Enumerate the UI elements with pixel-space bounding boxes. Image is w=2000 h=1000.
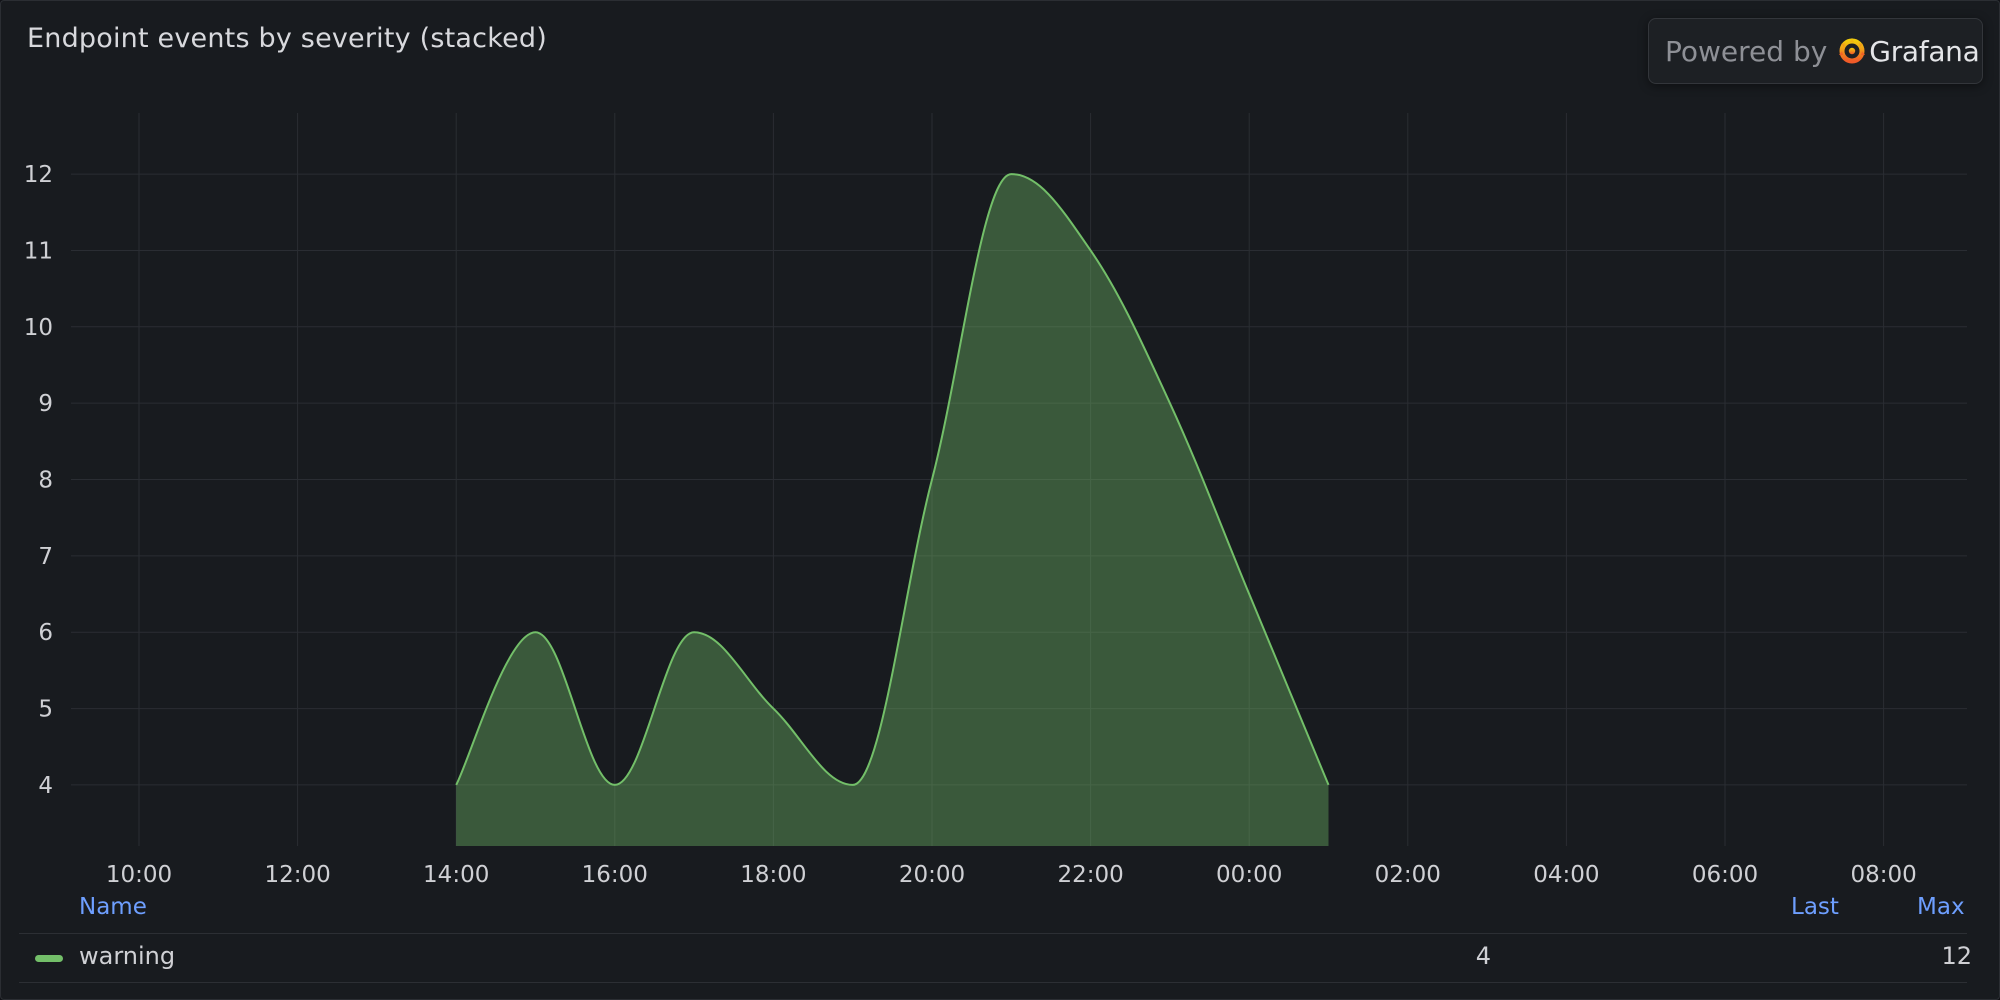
data-point[interactable]	[767, 703, 779, 715]
x-tick-label: 06:00	[1692, 862, 1758, 888]
y-tick-label: 11	[24, 238, 53, 264]
data-point[interactable]	[1005, 168, 1017, 180]
data-point[interactable]	[609, 779, 621, 791]
x-tick-label: 00:00	[1216, 862, 1282, 888]
panel: Endpoint events by severity (stacked) Po…	[0, 0, 2000, 1000]
legend-header-name[interactable]: Name	[79, 894, 147, 920]
y-tick-label: 8	[38, 468, 53, 494]
data-point[interactable]	[1085, 244, 1097, 256]
data-point[interactable]	[1164, 397, 1176, 409]
y-tick-label: 6	[38, 620, 53, 646]
y-tick-label: 9	[38, 391, 53, 417]
x-tick-label: 04:00	[1533, 862, 1599, 888]
data-point[interactable]	[1243, 588, 1255, 600]
legend-header-max[interactable]: Max	[1917, 894, 1965, 920]
y-tick-label: 7	[38, 544, 53, 570]
y-tick-label: 4	[38, 773, 53, 799]
data-point[interactable]	[450, 779, 462, 791]
data-point[interactable]	[926, 474, 938, 486]
x-tick-label: 18:00	[740, 862, 806, 888]
data-point[interactable]	[847, 779, 859, 791]
y-tick-label: 5	[38, 697, 53, 723]
legend-bottom-divider	[19, 982, 1967, 983]
x-tick-label: 12:00	[264, 862, 330, 888]
time-series-chart[interactable]: 4 5 6 7 8 9 10 11 12 10:00 12:00 14:00 16:00 18:00 20:…	[1, 1, 1999, 891]
x-tick-label: 14:00	[423, 862, 489, 888]
x-tick-label: 16:00	[582, 862, 648, 888]
legend-series-name: warning	[79, 942, 176, 970]
legend-header-last[interactable]: Last	[1791, 894, 1839, 920]
data-point[interactable]	[688, 626, 700, 638]
legend-max-value: 12	[1941, 942, 1972, 970]
y-tick-label: 12	[24, 162, 53, 188]
data-point[interactable]	[530, 626, 542, 638]
legend-row-warning[interactable]: warning 4 12	[19, 934, 1972, 982]
x-tick-label: 02:00	[1375, 862, 1441, 888]
y-tick-label: 10	[24, 315, 53, 341]
data-point[interactable]	[1323, 779, 1335, 791]
x-tick-label: 10:00	[106, 862, 172, 888]
x-tick-label: 20:00	[899, 862, 965, 888]
x-tick-label: 22:00	[1057, 862, 1123, 888]
x-tick-label: 08:00	[1850, 862, 1916, 888]
legend-last-value: 4	[1475, 942, 1491, 970]
series-color-swatch[interactable]	[35, 955, 63, 962]
